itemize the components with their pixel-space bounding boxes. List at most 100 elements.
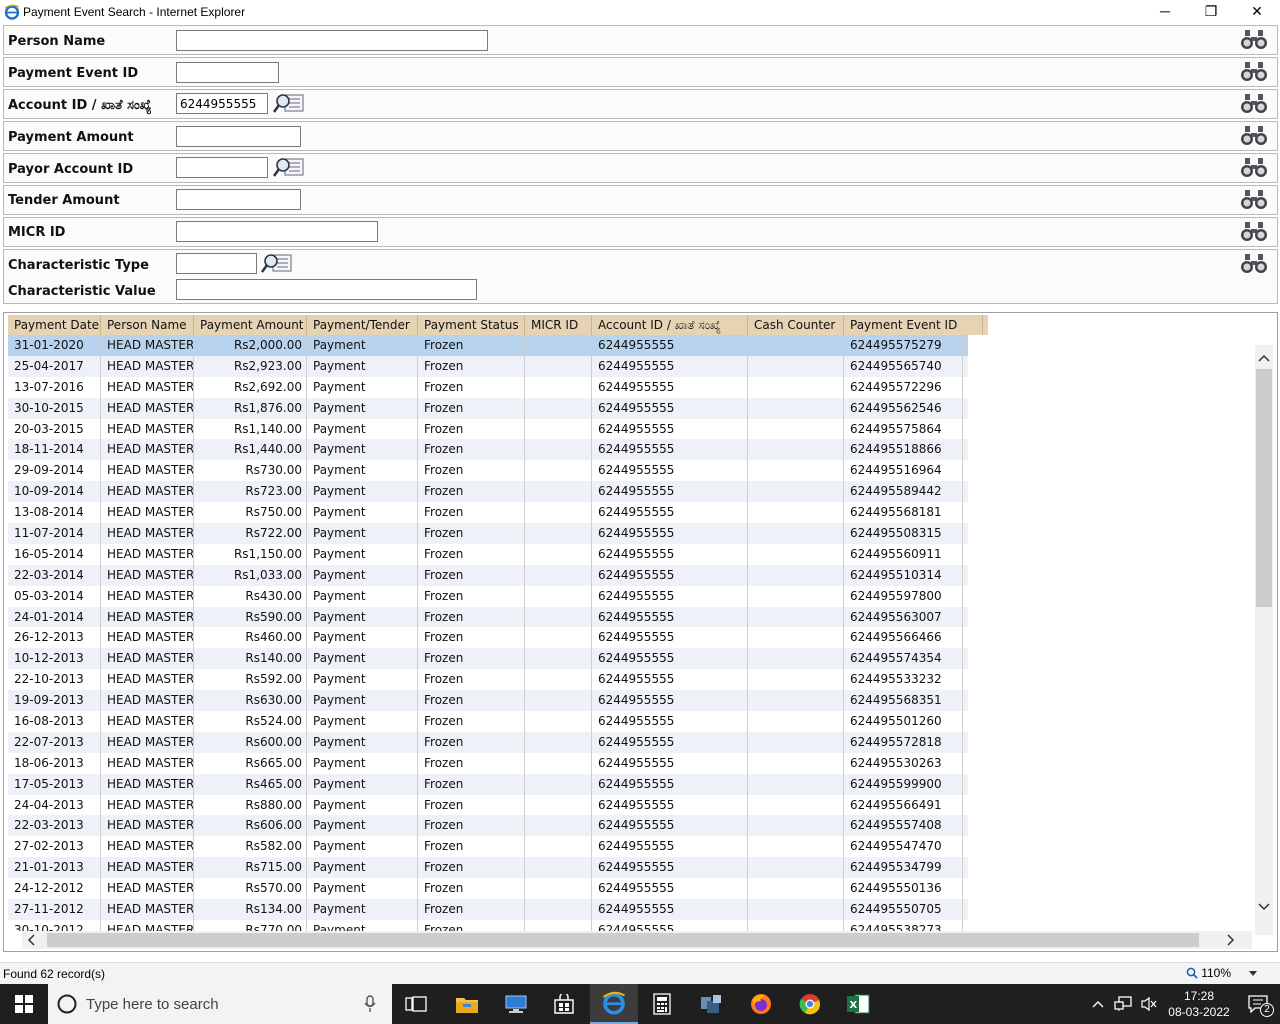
firefox-icon[interactable] <box>737 984 785 1024</box>
windows-start-icon[interactable] <box>0 984 48 1024</box>
table-row[interactable]: 27-11-2012 HEAD MASTER Rs134.00 Payment Froz… <box>8 899 968 920</box>
scroll-right-arrow-icon[interactable] <box>1222 931 1240 949</box>
zoom-dropdown-icon[interactable] <box>1248 969 1258 977</box>
table-row[interactable]: 27-02-2013 HEAD MASTER Rs582.00 Payment Froz… <box>8 836 968 858</box>
account-id-cell: 6244955555 <box>592 439 748 461</box>
chevron-up-icon[interactable] <box>1092 1000 1104 1008</box>
table-row[interactable]: 22-03-2013 HEAD MASTER Rs606.00 Payment Froz… <box>8 815 968 837</box>
microphone-icon[interactable] <box>364 995 376 1013</box>
payor-account-id-input[interactable] <box>176 157 268 178</box>
action-center-icon[interactable]: 2 <box>1236 984 1280 1024</box>
account-id-input[interactable] <box>176 93 268 114</box>
person-name-input[interactable] <box>176 30 488 51</box>
chrome-icon[interactable] <box>786 984 834 1024</box>
payment-date-cell: 17-05-2013 <box>8 773 101 795</box>
table-row[interactable]: 20-03-2015 HEAD MASTER Rs1,140.00 Payment Fr… <box>8 418 968 440</box>
binoculars-search-icon[interactable] <box>1239 125 1269 147</box>
table-row[interactable]: 24-04-2013 HEAD MASTER Rs880.00 Payment Froz… <box>8 794 968 816</box>
payment-event-id-cell: 624495560911 <box>844 543 963 565</box>
close-button[interactable]: ✕ <box>1234 0 1280 22</box>
column-header-payment-event-id[interactable]: Payment Event ID <box>844 315 983 335</box>
column-header-payment-tender[interactable]: Payment/Tender <box>307 315 418 335</box>
store-icon[interactable] <box>540 984 588 1024</box>
file-explorer-icon[interactable] <box>443 984 491 1024</box>
payment-amount-input[interactable] <box>176 126 301 147</box>
scroll-down-arrow-icon[interactable] <box>1255 898 1273 916</box>
column-header-payment-status[interactable]: Payment Status <box>418 315 525 335</box>
column-header-cash-counter[interactable]: Cash Counter <box>748 315 844 335</box>
table-row[interactable]: 16-08-2013 HEAD MASTER Rs524.00 Payment Froz… <box>8 711 968 732</box>
binoculars-search-icon[interactable] <box>1239 29 1269 51</box>
binoculars-search-icon[interactable] <box>1239 93 1269 115</box>
restore-button[interactable]: ❐ <box>1188 0 1234 22</box>
column-header-payment-date[interactable]: Payment Date <box>8 315 101 335</box>
table-row[interactable]: 24-12-2012 HEAD MASTER Rs570.00 Payment Froz… <box>8 878 968 900</box>
table-row[interactable]: 24-01-2014 HEAD MASTER Rs590.00 Payment Froz… <box>8 606 968 628</box>
table-row[interactable]: 21-01-2013 HEAD MASTER Rs715.00 Payment Froz… <box>8 857 968 879</box>
column-header-payment-amount[interactable]: Payment Amount <box>194 315 307 335</box>
table-row[interactable]: 17-05-2013 HEAD MASTER Rs465.00 Payment Froz… <box>8 773 968 795</box>
binoculars-search-icon[interactable] <box>1239 157 1269 179</box>
characteristic-type-lookup-icon[interactable] <box>260 252 293 274</box>
payment-amount-cell: Rs1,876.00 <box>194 397 307 419</box>
task-view-icon[interactable] <box>392 984 440 1024</box>
characteristic-type-label: Characteristic Type <box>8 258 149 273</box>
table-row[interactable]: 29-09-2014 HEAD MASTER Rs730.00 Payment Froz… <box>8 460 968 482</box>
table-row[interactable]: 30-10-2015 HEAD MASTER Rs1,876.00 Payment Fr… <box>8 397 968 419</box>
micr-id-input[interactable] <box>176 221 378 242</box>
taskbar-search-box[interactable]: Type here to search <box>48 984 392 1024</box>
table-row[interactable]: 10-09-2014 HEAD MASTER Rs723.00 Payment Froz… <box>8 481 968 503</box>
table-row[interactable]: 11-07-2014 HEAD MASTER Rs722.00 Payment Froz… <box>8 523 968 544</box>
table-row[interactable]: 22-03-2014 HEAD MASTER Rs1,033.00 Payment Fr… <box>8 564 968 586</box>
column-header-micr-id[interactable]: MICR ID <box>525 315 592 335</box>
characteristic-type-input[interactable] <box>176 253 257 274</box>
table-row[interactable]: 16-05-2014 HEAD MASTER Rs1,150.00 Payment Fr… <box>8 543 968 565</box>
internet-explorer-taskbar-icon[interactable] <box>590 984 638 1024</box>
table-row[interactable]: 10-12-2013 HEAD MASTER Rs140.00 Payment Froz… <box>8 648 968 670</box>
tender-amount-input[interactable] <box>176 189 301 210</box>
payment-event-id-cell: 624495572818 <box>844 731 963 753</box>
table-row[interactable]: 18-06-2013 HEAD MASTER Rs665.00 Payment Froz… <box>8 752 968 774</box>
table-row[interactable]: 25-04-2017 HEAD MASTER Rs2,923.00 Payment Fr… <box>8 355 968 377</box>
horizontal-scroll-thumb[interactable] <box>47 933 1199 947</box>
minimize-button[interactable]: ─ <box>1142 0 1188 22</box>
remote-desktop-icon[interactable] <box>492 984 540 1024</box>
vertical-scroll-thumb[interactable] <box>1256 369 1272 607</box>
payment-event-id-input[interactable] <box>176 62 279 83</box>
vertical-scrollbar[interactable] <box>1255 345 1273 935</box>
binoculars-search-icon[interactable] <box>1239 221 1269 243</box>
table-row[interactable]: 22-07-2013 HEAD MASTER Rs600.00 Payment Froz… <box>8 731 968 753</box>
zoom-control[interactable]: 110% <box>1186 966 1258 980</box>
table-row[interactable]: 05-03-2014 HEAD MASTER Rs430.00 Payment Froz… <box>8 585 968 607</box>
taskbar-clock[interactable]: 17:28 08-03-2022 <box>1162 988 1236 1020</box>
binoculars-search-icon[interactable] <box>1239 253 1269 275</box>
calculator-icon[interactable] <box>638 984 686 1024</box>
cash-counter-cell <box>748 376 844 398</box>
speaker-muted-icon[interactable] <box>1140 996 1158 1012</box>
table-row[interactable]: 31-01-2020 HEAD MASTER Rs2,000.00 Payment Fr… <box>8 335 968 356</box>
payment-date-cell: 30-10-2012 <box>8 919 101 931</box>
account-lookup-icon[interactable] <box>272 92 305 114</box>
system-tools-icon[interactable] <box>687 984 735 1024</box>
binoculars-search-icon[interactable] <box>1239 61 1269 83</box>
micr-id-cell <box>525 397 592 419</box>
network-icon[interactable] <box>1114 996 1132 1012</box>
horizontal-scrollbar[interactable] <box>22 931 1252 949</box>
binoculars-search-icon[interactable] <box>1239 189 1269 211</box>
cash-counter-cell <box>748 460 844 482</box>
scroll-up-arrow-icon[interactable] <box>1255 349 1273 367</box>
table-row[interactable]: 26-12-2013 HEAD MASTER Rs460.00 Payment Froz… <box>8 627 968 649</box>
characteristic-value-input[interactable] <box>176 279 477 300</box>
excel-icon[interactable]: X <box>834 984 882 1024</box>
table-row[interactable]: 22-10-2013 HEAD MASTER Rs592.00 Payment Froz… <box>8 669 968 691</box>
table-row[interactable]: 18-11-2014 HEAD MASTER Rs1,440.00 Payment Fr… <box>8 439 968 461</box>
scroll-left-arrow-icon[interactable] <box>22 931 40 949</box>
payment-status-cell: Frozen <box>418 648 525 670</box>
column-header-account-id[interactable]: Account ID / ಖಾತೆ ಸಂಖ್ಯೆ <box>592 315 748 335</box>
column-header-person-name[interactable]: Person Name <box>101 315 194 335</box>
table-row[interactable]: 13-08-2014 HEAD MASTER Rs750.00 Payment Froz… <box>8 502 968 524</box>
table-row[interactable]: 30-10-2012 HEAD MASTER Rs770.00 Payment Froz… <box>8 919 968 931</box>
payor-lookup-icon[interactable] <box>272 156 305 178</box>
table-row[interactable]: 13-07-2016 HEAD MASTER Rs2,692.00 Payment Fr… <box>8 376 968 398</box>
table-row[interactable]: 19-09-2013 HEAD MASTER Rs630.00 Payment Froz… <box>8 690 968 712</box>
